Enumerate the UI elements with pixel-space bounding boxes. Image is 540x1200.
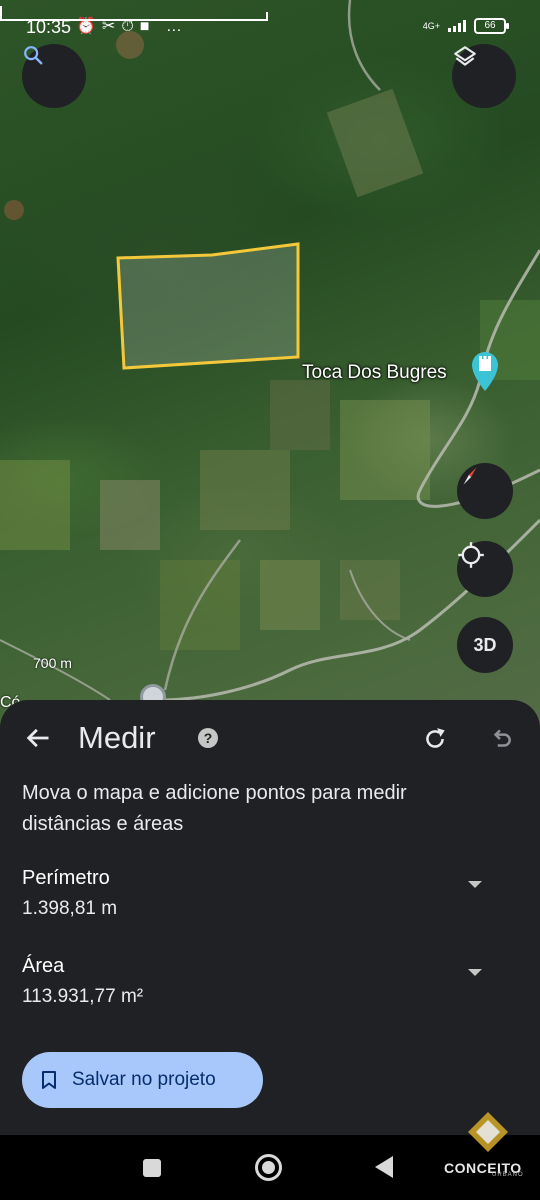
area-label: Área bbox=[22, 955, 65, 977]
compass-icon bbox=[463, 467, 477, 485]
scale-label: 700 m bbox=[33, 655, 72, 671]
recents-button[interactable] bbox=[143, 1159, 161, 1177]
search-icon bbox=[24, 46, 43, 65]
back-button[interactable] bbox=[24, 724, 52, 757]
save-to-project-button[interactable]: Salvar no projeto bbox=[22, 1052, 263, 1108]
chevron-down-icon[interactable] bbox=[468, 881, 482, 888]
save-button-label: Salvar no projeto bbox=[72, 1069, 216, 1090]
redo-button[interactable] bbox=[422, 726, 448, 757]
place-label[interactable]: Toca Dos Bugres bbox=[302, 362, 447, 384]
my-location-icon bbox=[458, 542, 484, 568]
measure-sheet: Medir ? Mova o mapa e adicione pontos pa… bbox=[0, 700, 540, 1135]
layers-icon bbox=[454, 46, 476, 66]
help-icon[interactable]: ? bbox=[198, 728, 218, 748]
map-features bbox=[0, 0, 540, 702]
perimeter-label: Perímetro bbox=[22, 867, 110, 889]
area-row[interactable]: Área 113.931,77 m² bbox=[22, 955, 502, 1008]
undo-icon bbox=[493, 729, 511, 747]
layers-button[interactable] bbox=[452, 44, 516, 108]
battery-icon: 66 bbox=[474, 18, 509, 34]
back-nav-button[interactable] bbox=[375, 1156, 393, 1178]
signal-icon bbox=[448, 20, 466, 32]
sheet-description: Mova o mapa e adicione pontos para medir… bbox=[22, 782, 407, 835]
area-value: 113.931,77 m² bbox=[22, 986, 144, 1007]
chevron-down-icon[interactable] bbox=[468, 969, 482, 976]
perimeter-row[interactable]: Perímetro 1.398,81 m bbox=[22, 867, 502, 920]
satellite-map[interactable]: 10:35 ⏰✂⏱■ … 4G+ 66 Toca Dos Bugres 3D 7… bbox=[0, 0, 540, 740]
status-right: 4G+ 66 bbox=[422, 18, 509, 34]
watermark-sub: URBANO bbox=[492, 1172, 524, 1178]
scale-bar bbox=[0, 6, 268, 21]
redo-icon bbox=[426, 728, 445, 748]
network-label: 4G+ bbox=[422, 20, 440, 31]
sheet-title: Medir bbox=[78, 720, 156, 755]
3d-button[interactable]: 3D bbox=[457, 617, 513, 673]
arrow-back-icon bbox=[26, 728, 49, 748]
search-button[interactable] bbox=[22, 44, 86, 108]
bookmark-icon bbox=[42, 1071, 56, 1089]
my-location-button[interactable] bbox=[457, 541, 513, 597]
undo-button[interactable] bbox=[488, 726, 514, 757]
perimeter-value: 1.398,81 m bbox=[22, 898, 118, 919]
compass-button[interactable] bbox=[457, 463, 513, 519]
home-button[interactable] bbox=[255, 1154, 282, 1181]
